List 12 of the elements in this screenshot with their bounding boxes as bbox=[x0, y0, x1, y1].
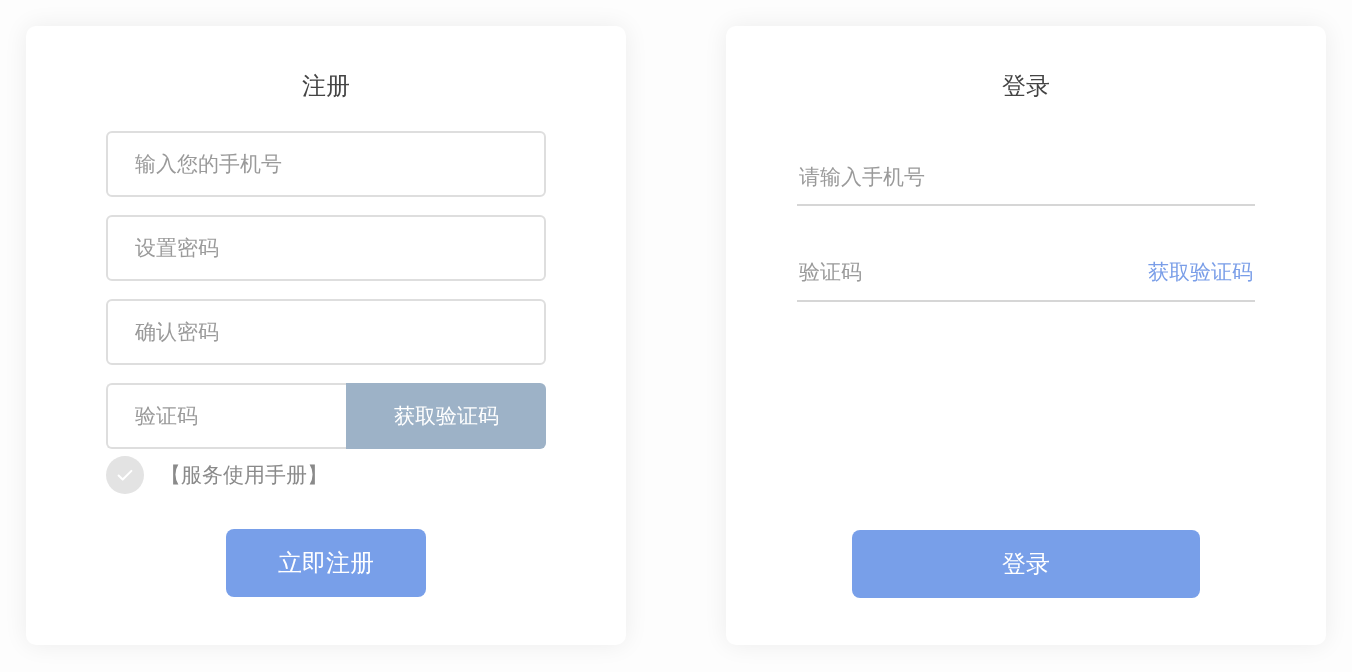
login-button[interactable]: 登录 bbox=[852, 530, 1200, 598]
get-code-link[interactable]: 获取验证码 bbox=[1148, 256, 1255, 288]
checkbox-icon[interactable] bbox=[106, 456, 144, 494]
get-code-button[interactable]: 获取验证码 bbox=[346, 383, 546, 449]
register-button[interactable]: 立即注册 bbox=[226, 529, 426, 597]
code-input-field[interactable]: 验证码 bbox=[106, 383, 346, 449]
input-field[interactable]: 确认密码 bbox=[106, 299, 546, 365]
register-title: 注册 bbox=[302, 71, 350, 101]
input-field[interactable]: 设置密码 bbox=[106, 215, 546, 281]
service-manual-link[interactable]: 【服务使用手册】 bbox=[160, 460, 328, 490]
input-field[interactable]: 输入您的手机号 bbox=[106, 131, 546, 197]
login-title: 登录 bbox=[1002, 71, 1050, 101]
